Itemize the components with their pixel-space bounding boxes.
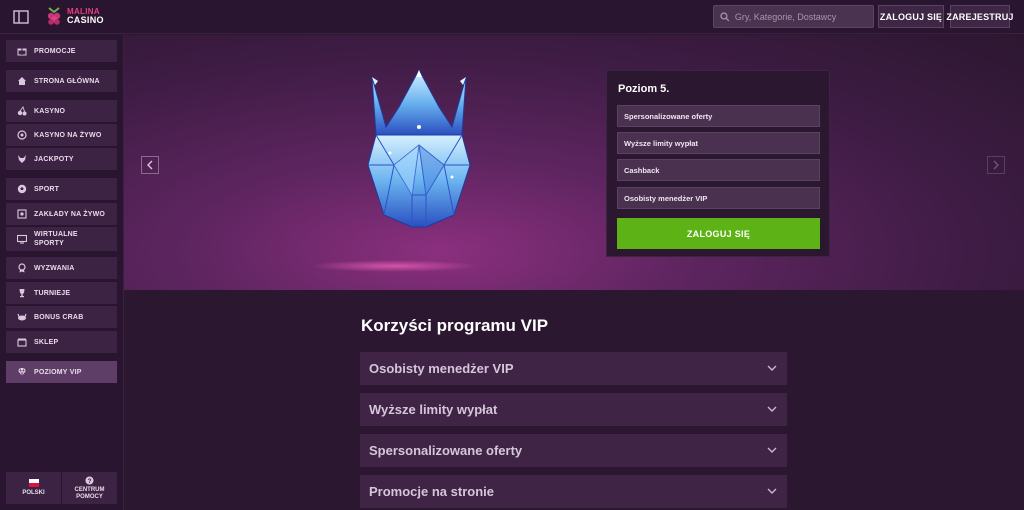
trophy-icon — [19, 289, 25, 298]
accordion-label: Promocje na stronie — [369, 484, 494, 499]
chevron-down-icon — [767, 488, 777, 494]
chevron-down-icon — [767, 447, 777, 453]
hero-glow — [309, 260, 479, 272]
medal-icon — [18, 263, 26, 273]
sidebar-item-label: BONUS CRAB — [34, 313, 84, 321]
accordion-item[interactable]: Spersonalizowane oferty — [360, 434, 787, 467]
top-header: MALINA CASINO ZALOGUJ SIĘ ZAREJESTRUJ — [0, 0, 1024, 34]
benefit-item: Cashback — [617, 159, 820, 181]
panel-login-button[interactable]: ZALOGUJ SIĘ — [617, 218, 820, 249]
home-icon — [18, 77, 26, 85]
sidebar-item-label: SPORT — [34, 185, 60, 193]
sidebar-item-virtual-sports[interactable]: WIRTUALNE SPORTY — [6, 227, 117, 251]
main-content: Poziom 5. Spersonalizowane oferty Wyższe… — [124, 35, 1024, 510]
benefit-item: Spersonalizowane oferty — [617, 105, 820, 127]
sidebar-item-label: ZAKŁADY NA ŻYWO — [34, 210, 106, 218]
next-slide-button[interactable] — [987, 156, 1005, 174]
svg-text:?: ? — [88, 477, 92, 484]
accordion-label: Spersonalizowane oferty — [369, 443, 523, 458]
language-label: POLSKI — [22, 490, 45, 496]
sidebar-toggle-icon[interactable] — [12, 8, 30, 26]
language-button[interactable]: POLSKI — [6, 472, 61, 504]
vip-level-panel: Poziom 5. Spersonalizowane oferty Wyższe… — [606, 70, 830, 257]
soccer-ball-icon — [17, 184, 27, 194]
diamond-crown-illustration — [367, 68, 471, 228]
sidebar-item-sport[interactable]: SPORT — [6, 178, 117, 200]
benefit-item: Wyższe limity wypłat — [617, 132, 820, 154]
search-input[interactable] — [734, 11, 873, 22]
help-center-button[interactable]: ? CENTRUM POMOCY — [62, 472, 117, 504]
diamond-icon — [18, 367, 26, 377]
search-box[interactable] — [713, 5, 874, 28]
vip-hero-banner: Poziom 5. Spersonalizowane oferty Wyższe… — [124, 35, 1024, 290]
sidebar-item-live-bets[interactable]: ZAKŁADY NA ŻYWO — [6, 203, 117, 225]
roulette-icon — [17, 130, 27, 140]
shop-icon — [17, 338, 27, 347]
virtual-sports-icon — [17, 234, 27, 244]
help-label-line1: CENTRUM — [74, 486, 105, 493]
accordion-item[interactable]: Promocje na stronie — [360, 475, 787, 508]
sidebar-item-live-casino[interactable]: KASYNO NA ŻYWO — [6, 124, 117, 146]
accordion-label: Osobisty menedżer VIP — [369, 361, 514, 376]
chevron-left-icon — [147, 160, 153, 170]
poland-flag-icon — [28, 479, 39, 487]
sidebar-item-label: JACKPOTY — [34, 155, 74, 163]
benefit-item: Osobisty menedżer VIP — [617, 187, 820, 209]
sidebar-item-label: WYZWANIA — [34, 264, 75, 272]
level-title: Poziom 5. — [618, 83, 670, 95]
sidebar-item-label: SKLEP — [34, 338, 59, 346]
sidebar-item-sklep[interactable]: SKLEP — [6, 331, 117, 353]
prev-slide-button[interactable] — [141, 156, 159, 174]
malina-casino-logo[interactable]: MALINA CASINO — [44, 5, 104, 27]
accordion-item[interactable]: Osobisty menedżer VIP — [360, 352, 787, 385]
sidebar-item-label: PROMOCJE — [34, 47, 76, 55]
sidebar-item-label: STRONA GŁÓWNA — [34, 77, 100, 85]
gift-icon — [17, 48, 27, 56]
login-button[interactable]: ZALOGUJ SIĘ — [878, 5, 944, 28]
crab-icon — [17, 313, 27, 321]
raspberry-icon — [47, 7, 61, 25]
vip-benefits-title: Korzyści programu VIP — [361, 316, 549, 335]
sidebar-item-promocje[interactable]: PROMOCJE — [6, 40, 117, 62]
logo-line2: CASINO — [67, 15, 104, 25]
sidebar-item-jackpoty[interactable]: JACKPOTY — [6, 148, 117, 170]
sidebar-item-bonus-crab[interactable]: BONUS CRAB — [6, 306, 117, 328]
sidebar-item-kasyno[interactable]: KASYNO — [6, 100, 117, 122]
help-icon: ? — [85, 475, 94, 484]
chevron-down-icon — [767, 406, 777, 412]
sidebar-item-label: KASYNO — [34, 107, 66, 115]
sidebar-item-label-line2: SPORTY — [34, 240, 64, 247]
sidebar-item-label: TURNIEJE — [34, 289, 71, 297]
sidebar-item-label: KASYNO NA ŻYWO — [34, 131, 102, 139]
sidebar-item-wyzwania[interactable]: WYZWANIA — [6, 257, 117, 279]
sidebar-item-turnieje[interactable]: TURNIEJE — [6, 282, 117, 304]
sidebar-item-label: POZIOMY VIP — [34, 368, 82, 376]
register-button[interactable]: ZAREJESTRUJ — [946, 5, 1013, 28]
accordion-item[interactable]: Wyższe limity wypłat — [360, 393, 787, 426]
chevron-right-icon — [993, 160, 999, 170]
live-bet-icon — [17, 209, 27, 219]
sidebar-item-vip-levels[interactable]: POZIOMY VIP — [6, 361, 117, 383]
cherries-icon — [17, 106, 27, 116]
sidebar-item-home[interactable]: STRONA GŁÓWNA — [6, 70, 117, 92]
sidebar: PROMOCJE STRONA GŁÓWNA KASYNO KASYNO NA … — [0, 35, 124, 510]
chevron-down-icon — [767, 365, 777, 371]
fox-icon — [18, 155, 26, 163]
help-label-line2: POMOCY — [76, 493, 103, 500]
sidebar-item-label-line1: WIRTUALNE — [34, 231, 78, 238]
accordion-label: Wyższe limity wypłat — [369, 402, 498, 417]
search-icon — [720, 11, 730, 21]
